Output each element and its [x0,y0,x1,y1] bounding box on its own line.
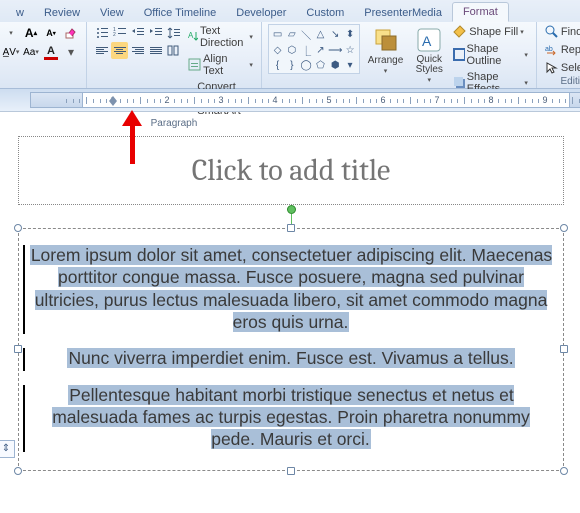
ruler-area: 123456789 [0,89,580,112]
decrease-indent-button[interactable] [129,24,146,41]
replace-button[interactable]: abReplace ▾ [543,42,580,58]
autofit-options-button[interactable]: ⇕ [0,440,15,458]
body-text-3: Pellentesque habitant morbi tristique se… [52,385,530,450]
quick-styles-button[interactable]: A Quick Styles▾ [411,24,447,86]
body-text-2: Nunc viverra imperdiet enim. Fusce est. … [67,348,514,368]
resize-handle-br[interactable] [560,467,568,475]
text-direction-button[interactable]: AText Direction ▾ [186,24,255,50]
align-text-label: Align Text [203,53,247,77]
body-paragraph-3[interactable]: Pellentesque habitant morbi tristique se… [29,385,553,452]
svg-text:ab: ab [545,46,553,53]
line-spacing-button[interactable] [165,24,182,41]
group-paragraph: 12 AText Direction ▾ Align Text ▾ Conver… [87,22,262,88]
title-placeholder[interactable]: Click to add title [18,136,564,205]
select-label: Select [561,62,580,74]
body-placeholder[interactable]: ⇕ Lorem ipsum dolor sit amet, consectetu… [18,228,564,471]
font-color-button[interactable]: A [42,43,60,61]
tab-view[interactable]: View [90,4,134,22]
numbering-button[interactable]: 12 [111,24,128,41]
svg-text:2: 2 [113,32,116,38]
body-paragraph-1[interactable]: Lorem ipsum dolor sit amet, consectetuer… [29,245,553,334]
shrink-font-button[interactable]: A▾ [42,24,60,42]
align-text-button[interactable]: Align Text ▾ [186,52,255,78]
group-font: ▾ A▴ A▾ A̲V ▾ Aa ▾ A ▾ [0,22,87,88]
svg-text:A: A [422,33,432,49]
replace-label: Replace [561,44,580,56]
clear-formatting-button[interactable] [62,24,80,42]
justify-button[interactable] [147,42,164,59]
resize-handle-tr[interactable] [560,224,568,232]
tab-custom[interactable]: Custom [296,4,354,22]
quick-styles-label: Quick Styles [416,55,443,75]
resize-handle-b[interactable] [287,467,295,475]
arrange-label: Arrange [368,55,404,66]
char-spacing-button[interactable]: A̲V ▾ [2,43,20,61]
tab-presentermedia[interactable]: PresenterMedia [354,4,452,22]
tab-format[interactable]: Format [452,2,509,22]
tab-review[interactable]: Review [34,4,90,22]
find-button[interactable]: Find [543,24,580,40]
align-center-button[interactable] [111,42,128,59]
font-size-field[interactable]: ▾ [2,24,20,42]
group-font-title [2,76,80,88]
body-paragraph-2[interactable]: Nunc viverra imperdiet enim. Fusce est. … [29,348,553,370]
bullets-button[interactable] [93,24,110,41]
tab-office-timeline[interactable]: Office Timeline [134,4,227,22]
arrange-button[interactable]: Arrange▾ [364,24,408,77]
shape-fill-button[interactable]: Shape Fill ▾ [451,24,530,40]
tab-developer[interactable]: Developer [226,4,296,22]
grow-font-button[interactable]: A▴ [22,24,40,42]
resize-handle-tl[interactable] [14,224,22,232]
group-editing-title: Editing [543,76,580,88]
shapes-gallery[interactable]: ▭▱＼△↘⬍ ◇⬡⎿↗⟶☆ {}◯⬠⬢▾ [268,24,360,74]
resize-handle-l[interactable] [14,345,22,353]
change-case-button[interactable]: Aa ▾ [22,43,40,61]
rotation-handle[interactable] [287,205,296,214]
title-placeholder-text: Click to add title [29,153,553,188]
increase-indent-button[interactable] [147,24,164,41]
ribbon-tabs: w Review View Office Timeline Developer … [0,0,580,22]
resize-handle-bl[interactable] [14,467,22,475]
body-text-1: Lorem ipsum dolor sit amet, consectetuer… [30,245,552,332]
find-label: Find [561,26,580,38]
hanging-indent-marker[interactable] [109,101,117,108]
resize-handle-r[interactable] [560,345,568,353]
shape-outline-button[interactable]: Shape Outline ▾ [451,42,530,68]
shape-fill-label: Shape Fill [469,26,518,38]
font-color-dropdown[interactable]: ▾ [62,43,80,61]
tab-partial[interactable]: w [6,4,34,22]
columns-button[interactable] [165,42,182,59]
slide-canvas[interactable]: Click to add title ⇕ Lorem ipsum dolor s… [0,112,580,471]
align-left-button[interactable] [93,42,110,59]
first-line-indent-marker[interactable] [109,92,117,101]
text-direction-label: Text Direction [200,25,247,49]
group-drawing: ▭▱＼△↘⬍ ◇⬡⎿↗⟶☆ {}◯⬠⬢▾ Arrange▾ A Quick St… [262,22,537,88]
resize-handle-t[interactable] [287,224,295,232]
group-editing: Find abReplace ▾ Select ▾ Editing [537,22,580,88]
align-right-button[interactable] [129,42,146,59]
rotation-stem [291,214,292,224]
horizontal-ruler[interactable]: 123456789 [30,92,580,108]
shape-outline-label: Shape Outline [467,43,523,67]
ribbon: ▾ A▴ A▾ A̲V ▾ Aa ▾ A ▾ 12 [0,22,580,89]
group-paragraph-title: Paragraph [93,118,255,130]
select-button[interactable]: Select ▾ [543,60,580,76]
svg-text:A: A [188,31,194,40]
